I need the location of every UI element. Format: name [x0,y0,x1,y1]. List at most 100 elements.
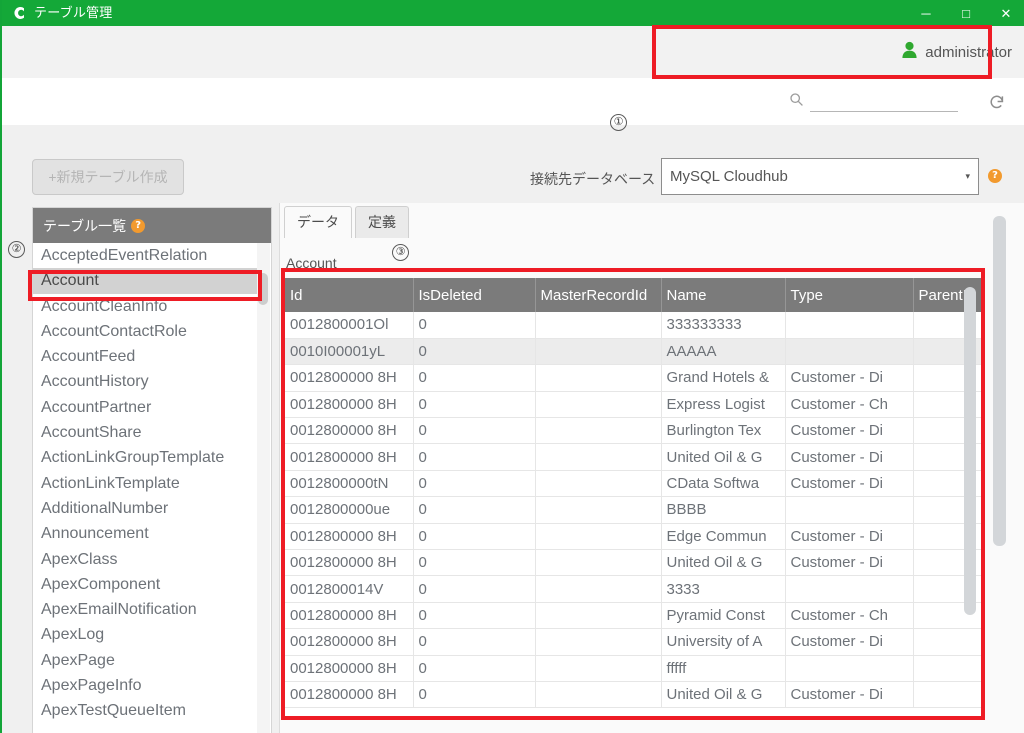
list-item-account[interactable]: Account [33,268,257,294]
cell-name[interactable]: Pyramid Const [661,602,786,630]
table-row[interactable]: 0012800000 8H 0 Express Logist Customer … [285,391,985,419]
list-item[interactable]: AdditionalNumber [33,496,257,521]
cell-type[interactable]: Customer - Di [785,470,914,498]
table-row[interactable]: 0012800000 8H 0 fffff [285,655,985,682]
cell-name[interactable]: 3333 [661,575,786,603]
minimize-button[interactable]: ─ [906,0,946,26]
list-item[interactable]: AccountShare [33,420,257,445]
cell-id[interactable]: 0012800000 8H [285,364,414,392]
cell-isdeleted[interactable]: 0 [413,338,536,366]
table-row[interactable]: 0012800001Ol 0 333333333 [285,312,985,339]
cell-type[interactable]: Customer - Di [785,681,914,709]
cell-isdeleted[interactable]: 0 [413,681,536,709]
column-header-name[interactable]: Name [661,278,786,312]
cell-name[interactable]: United Oil & G [661,549,786,577]
table-list-scrollbar-thumb[interactable] [258,273,268,305]
cell-id[interactable]: 0012800001Ol [285,312,414,339]
cell-masterrecordid[interactable] [535,681,662,709]
refresh-icon[interactable] [986,91,1008,113]
table-row[interactable]: 0012800000 8H 0 Grand Hotels & Customer … [285,364,985,392]
table-row[interactable]: 0012800000 8H 0 United Oil & G Customer … [285,443,985,471]
cell-isdeleted[interactable]: 0 [413,549,536,577]
list-item[interactable]: ApexPageInfo [33,673,257,698]
cell-masterrecordid[interactable] [535,575,662,603]
table-row[interactable]: 0012800000 8H 0 United Oil & G Customer … [285,681,985,709]
close-button[interactable]: ✕ [986,0,1024,26]
cell-isdeleted[interactable]: 0 [413,602,536,630]
cell-type[interactable]: Customer - Ch [785,602,914,630]
list-item[interactable]: ApexComponent [33,572,257,597]
cell-type[interactable]: Customer - Di [785,364,914,392]
list-item[interactable]: AccountHistory [33,369,257,394]
cell-type[interactable]: Customer - Di [785,628,914,656]
cell-isdeleted[interactable]: 0 [413,655,536,682]
list-item[interactable]: ActionLinkGroupTemplate [33,445,257,470]
cell-id[interactable]: 0012800000 8H [285,602,414,630]
cell-isdeleted[interactable]: 0 [413,364,536,392]
cell-isdeleted[interactable]: 0 [413,628,536,656]
cell-masterrecordid[interactable] [535,391,662,419]
cell-isdeleted[interactable]: 0 [413,496,536,524]
cell-name[interactable]: Express Logist [661,391,786,419]
cell-isdeleted[interactable]: 0 [413,575,536,603]
table-list-scroll[interactable]: AcceptedEventRelation Account AccountCle… [33,243,271,733]
help-icon[interactable]: ? [988,169,1002,183]
cell-id[interactable]: 0012800000 8H [285,417,414,445]
cell-isdeleted[interactable]: 0 [413,417,536,445]
cell-type[interactable] [785,496,914,524]
cell-name[interactable]: University of A [661,628,786,656]
cell-masterrecordid[interactable] [535,470,662,498]
cell-type[interactable]: Customer - Di [785,417,914,445]
cell-name[interactable]: 333333333 [661,312,786,339]
list-item[interactable]: ApexEmailNotification [33,597,257,622]
cell-id[interactable]: 0012800000 8H [285,443,414,471]
cell-id[interactable]: 0012800000ue [285,496,414,524]
cell-type[interactable]: Customer - Ch [785,391,914,419]
data-grid-vertical-scrollbar-thumb[interactable] [964,287,976,615]
cell-id[interactable]: 0012800000 8H [285,655,414,682]
table-list-scrollbar[interactable] [257,243,270,733]
table-row[interactable]: 0012800000 8H 0 Edge Commun Customer - D… [285,523,985,551]
cell-isdeleted[interactable]: 0 [413,523,536,551]
cell-type[interactable] [785,655,914,682]
cell-id[interactable]: 0012800000tN [285,470,414,498]
list-item[interactable]: AccountCleanInfo [33,294,257,319]
panel-vertical-scrollbar[interactable] [993,216,1006,706]
list-item[interactable]: Announcement [33,521,257,546]
cell-name[interactable]: AAAAA [661,338,786,366]
list-item[interactable]: AccountFeed [33,344,257,369]
cell-id[interactable]: 0010I00001yL [285,338,414,366]
cell-type[interactable]: Customer - Di [785,523,914,551]
column-header-type[interactable]: Type [785,278,914,312]
panel-vertical-scrollbar-thumb[interactable] [993,216,1006,546]
cell-id[interactable]: 0012800000 8H [285,523,414,551]
cell-type[interactable] [785,312,914,339]
cell-id[interactable]: 0012800000 8H [285,391,414,419]
table-row[interactable]: 0010I00001yL 0 AAAAA [285,338,985,366]
cell-name[interactable]: Grand Hotels & [661,364,786,392]
cell-masterrecordid[interactable] [535,628,662,656]
new-table-button[interactable]: +新規テーブル作成 [32,159,184,195]
cell-masterrecordid[interactable] [535,312,662,339]
cell-id[interactable]: 0012800000 8H [285,628,414,656]
column-header-id[interactable]: Id [285,278,414,312]
user-account[interactable]: administrator [901,41,1012,64]
search-icon[interactable] [789,92,804,112]
cell-name[interactable]: Burlington Tex [661,417,786,445]
search-input[interactable] [810,91,958,112]
table-row[interactable]: 0012800000 8H 0 United Oil & G Customer … [285,549,985,577]
cell-type[interactable]: Customer - Di [785,549,914,577]
cell-name[interactable]: United Oil & G [661,681,786,709]
cell-isdeleted[interactable]: 0 [413,391,536,419]
cell-isdeleted[interactable]: 0 [413,470,536,498]
column-header-masterrecordid[interactable]: MasterRecordId [535,278,662,312]
database-select[interactable]: MySQL Cloudhub ▾ [661,158,979,195]
cell-masterrecordid[interactable] [535,443,662,471]
list-item[interactable]: AccountContactRole [33,319,257,344]
maximize-button[interactable]: □ [946,0,986,26]
cell-type[interactable] [785,575,914,603]
tab-definition[interactable]: 定義 [355,206,409,238]
list-item[interactable]: ApexLog [33,622,257,647]
table-row[interactable]: 0012800000 8H 0 University of A Customer… [285,628,985,656]
column-header-isdeleted[interactable]: IsDeleted [413,278,536,312]
